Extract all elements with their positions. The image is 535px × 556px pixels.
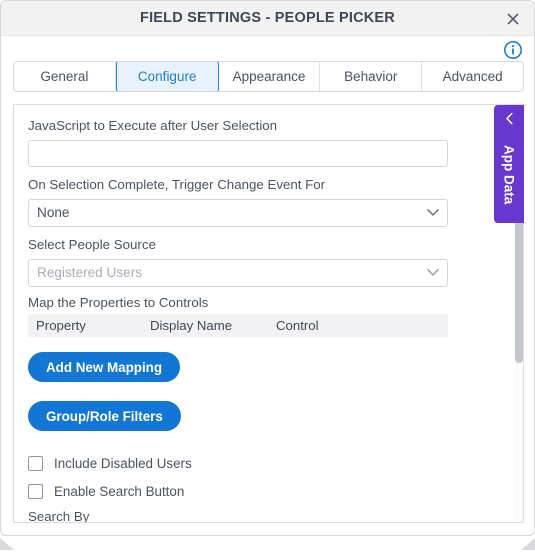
mapping-table-header: Property Display Name Control [28, 314, 448, 337]
mapping-col-control: Control [276, 318, 319, 333]
app-data-label: App Data [501, 145, 517, 205]
chevron-left-icon [505, 112, 513, 125]
tab-configure[interactable]: Configure [115, 62, 219, 91]
info-row [1, 36, 534, 64]
enable-search-button-label: Enable Search Button [54, 483, 185, 499]
enable-search-button-checkbox[interactable] [28, 483, 43, 499]
include-disabled-users-row[interactable]: Include Disabled Users [28, 452, 511, 474]
tab-behavior-label: Behavior [344, 69, 398, 84]
field-settings-dialog: FIELD SETTINGS - PEOPLE PICKER General C… [0, 0, 535, 536]
dialog-title: FIELD SETTINGS - PEOPLE PICKER [140, 10, 395, 26]
trigger-change-select[interactable]: None [28, 199, 448, 227]
include-disabled-users-checkbox[interactable] [28, 455, 43, 471]
mapping-col-display-name: Display Name [150, 318, 233, 333]
app-data-chevron [494, 112, 524, 125]
javascript-input[interactable] [28, 140, 448, 167]
add-new-mapping-button[interactable]: Add New Mapping [28, 352, 181, 382]
dialog-titlebar: FIELD SETTINGS - PEOPLE PICKER [1, 1, 534, 36]
tab-configure-label: Configure [137, 69, 197, 84]
info-circle-icon [504, 41, 522, 59]
close-button[interactable] [500, 6, 526, 32]
group-role-filters-button[interactable]: Group/Role Filters [28, 401, 181, 431]
people-source-label: Select People Source [28, 237, 156, 252]
tab-appearance[interactable]: Appearance [218, 62, 321, 91]
tab-behavior[interactable]: Behavior [320, 62, 423, 91]
people-source-select-wrap: Registered Users [28, 259, 448, 287]
include-disabled-users-label: Include Disabled Users [54, 455, 192, 471]
tab-general[interactable]: General [14, 62, 116, 91]
info-button[interactable] [503, 40, 523, 60]
mapping-label: Map the Properties to Controls [28, 295, 209, 310]
mapping-col-property: Property [36, 318, 86, 333]
settings-tabstrip: General Configure Appearance Behavior Ad… [13, 61, 524, 92]
dialog-shadow-right [521, 538, 535, 550]
configure-panel: JavaScript to Execute after User Selecti… [13, 104, 524, 523]
dialog-shadow-left [0, 538, 14, 550]
configure-scroll-area: JavaScript to Execute after User Selecti… [14, 105, 523, 522]
trigger-change-select-wrap: None [28, 199, 448, 227]
tab-advanced[interactable]: Advanced [422, 62, 523, 91]
tab-general-label: General [40, 69, 89, 84]
search-by-label: Search By [28, 509, 90, 522]
close-icon [507, 13, 519, 25]
tab-advanced-label: Advanced [442, 69, 503, 84]
trigger-change-label: On Selection Complete, Trigger Change Ev… [28, 177, 326, 192]
app-data-panel-toggle[interactable]: App Data [494, 105, 524, 223]
enable-search-button-row[interactable]: Enable Search Button [28, 480, 511, 502]
people-source-select[interactable]: Registered Users [28, 259, 448, 287]
tab-appearance-label: Appearance [232, 69, 306, 84]
javascript-label: JavaScript to Execute after User Selecti… [28, 118, 278, 133]
